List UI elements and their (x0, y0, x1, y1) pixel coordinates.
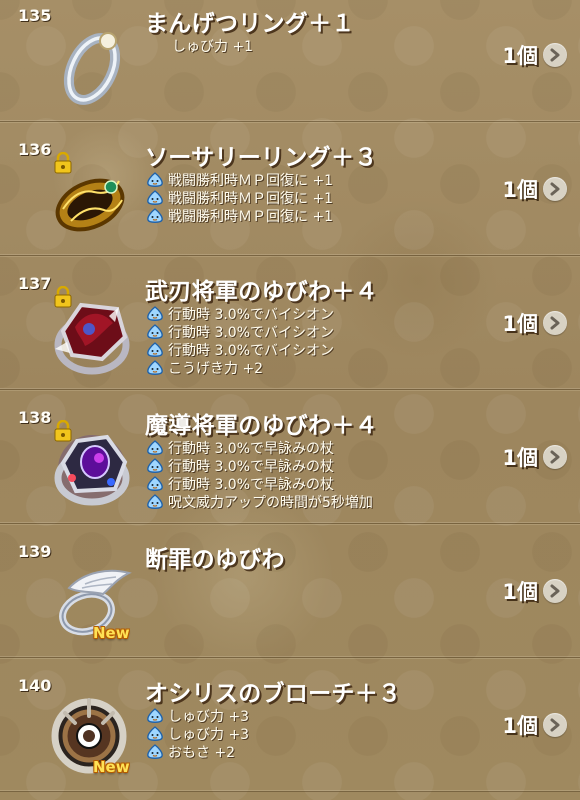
chevron-right-icon (550, 584, 560, 597)
slime-icon (147, 726, 163, 741)
chevron-right-icon (550, 718, 560, 731)
slime-icon (147, 458, 163, 473)
accessory-row-135[interactable]: 135 まんげつリング＋１ しゅび力 +1 1個 (0, 0, 580, 122)
effect-line: しゅび力 +1 (172, 39, 254, 55)
item-effects: 行動時 3.0%でバイシオン 行動時 3.0%でバイシオン 行動時 3.0%でバ… (146, 305, 334, 377)
lock-icon (54, 152, 72, 174)
effect-line: 行動時 3.0%でバイシオン (146, 341, 334, 359)
item-name: 武刃将軍のゆびわ＋４ (145, 279, 378, 305)
accessory-row-140[interactable]: 140 New オシリスのブローチ＋３ しゅび力 +3 しゅび力 +3 おもさ … (0, 658, 580, 792)
slime-icon (147, 208, 163, 223)
effect-line: 行動時 3.0%で早詠みの杖 (146, 457, 373, 475)
slime-icon (147, 476, 163, 491)
accessory-row-137[interactable]: 137 武刃将軍のゆびわ＋４ 行動時 3.0%でバイシオン 行動時 3.0%でバ… (0, 256, 580, 390)
item-quantity: 1個 (502, 311, 538, 336)
item-effects: 行動時 3.0%で早詠みの杖 行動時 3.0%で早詠みの杖 行動時 3.0%で早… (146, 439, 373, 511)
slime-icon (147, 360, 163, 375)
lock-icon (54, 420, 72, 442)
effect-line: しゅび力 +3 (146, 707, 249, 725)
item-name: ソーサリーリング＋３ (145, 145, 378, 171)
effect-line: 行動時 3.0%でバイシオン (146, 323, 334, 341)
item-quantity: 1個 (502, 177, 538, 202)
item-name: オシリスのブローチ＋３ (145, 681, 402, 707)
detail-button[interactable] (543, 42, 567, 67)
item-quantity: 1個 (502, 579, 538, 604)
chevron-right-icon (550, 182, 560, 195)
chevron-right-icon (550, 316, 560, 329)
slime-icon (147, 324, 163, 339)
item-quantity: 1個 (502, 445, 538, 470)
effect-line: 行動時 3.0%でバイシオン (146, 305, 334, 323)
effect-line: 呪文威力アップの時間が5秒増加 (146, 493, 373, 511)
item-effects: 戦闘勝利時ＭＰ回復に +1 戦闘勝利時ＭＰ回復に +1 戦闘勝利時ＭＰ回復に +… (146, 171, 333, 225)
lock-icon (54, 286, 72, 308)
slime-icon (147, 744, 163, 759)
accessory-list[interactable]: 135 まんげつリング＋１ しゅび力 +1 1個 136 ソーサリーリング＋３ … (0, 0, 580, 800)
effect-line: 行動時 3.0%で早詠みの杖 (146, 439, 373, 457)
item-effects: しゅび力 +3 しゅび力 +3 おもさ +2 (146, 707, 249, 761)
effect-line: こうげき力 +2 (146, 359, 334, 377)
detail-button[interactable] (543, 176, 567, 201)
effect-line: 戦闘勝利時ＭＰ回復に +1 (146, 189, 333, 207)
chevron-right-icon (550, 48, 560, 61)
item-name: 魔導将軍のゆびわ＋４ (145, 413, 378, 439)
detail-button[interactable] (543, 310, 567, 335)
slime-icon (147, 342, 163, 357)
new-badge: New (93, 624, 130, 642)
slime-icon (147, 440, 163, 455)
accessory-row-138[interactable]: 138 魔導将軍のゆびわ＋４ 行動時 3.0%で早詠みの杖 行動時 3.0%で早… (0, 390, 580, 524)
item-effects: しゅび力 +1 (146, 37, 253, 55)
effect-line: しゅび力 +3 (146, 725, 249, 743)
effect-line: 戦闘勝利時ＭＰ回復に +1 (146, 207, 333, 225)
new-badge: New (93, 758, 130, 776)
accessory-row-139[interactable]: 139 New 断罪のゆびわ 1個 (0, 524, 580, 658)
detail-button[interactable] (543, 578, 567, 603)
item-name: まんげつリング＋１ (145, 11, 355, 37)
item-name: 断罪のゆびわ (145, 547, 285, 573)
item-quantity: 1個 (502, 713, 538, 738)
slime-icon (147, 494, 163, 509)
effect-line: 戦闘勝利時ＭＰ回復に +1 (146, 171, 333, 189)
chevron-right-icon (550, 450, 560, 463)
effect-line: おもさ +2 (146, 743, 249, 761)
slime-icon (147, 708, 163, 723)
slime-icon (147, 306, 163, 321)
slime-icon (147, 172, 163, 187)
detail-button[interactable] (543, 444, 567, 469)
detail-button[interactable] (543, 712, 567, 737)
moon-ring-image (63, 32, 121, 105)
item-quantity: 1個 (502, 43, 538, 68)
effect-line: 行動時 3.0%で早詠みの杖 (146, 475, 373, 493)
accessory-row-136[interactable]: 136 ソーサリーリング＋３ 戦闘勝利時ＭＰ回復に +1 戦闘勝利時ＭＰ回復に … (0, 122, 580, 256)
slime-icon (147, 190, 163, 205)
